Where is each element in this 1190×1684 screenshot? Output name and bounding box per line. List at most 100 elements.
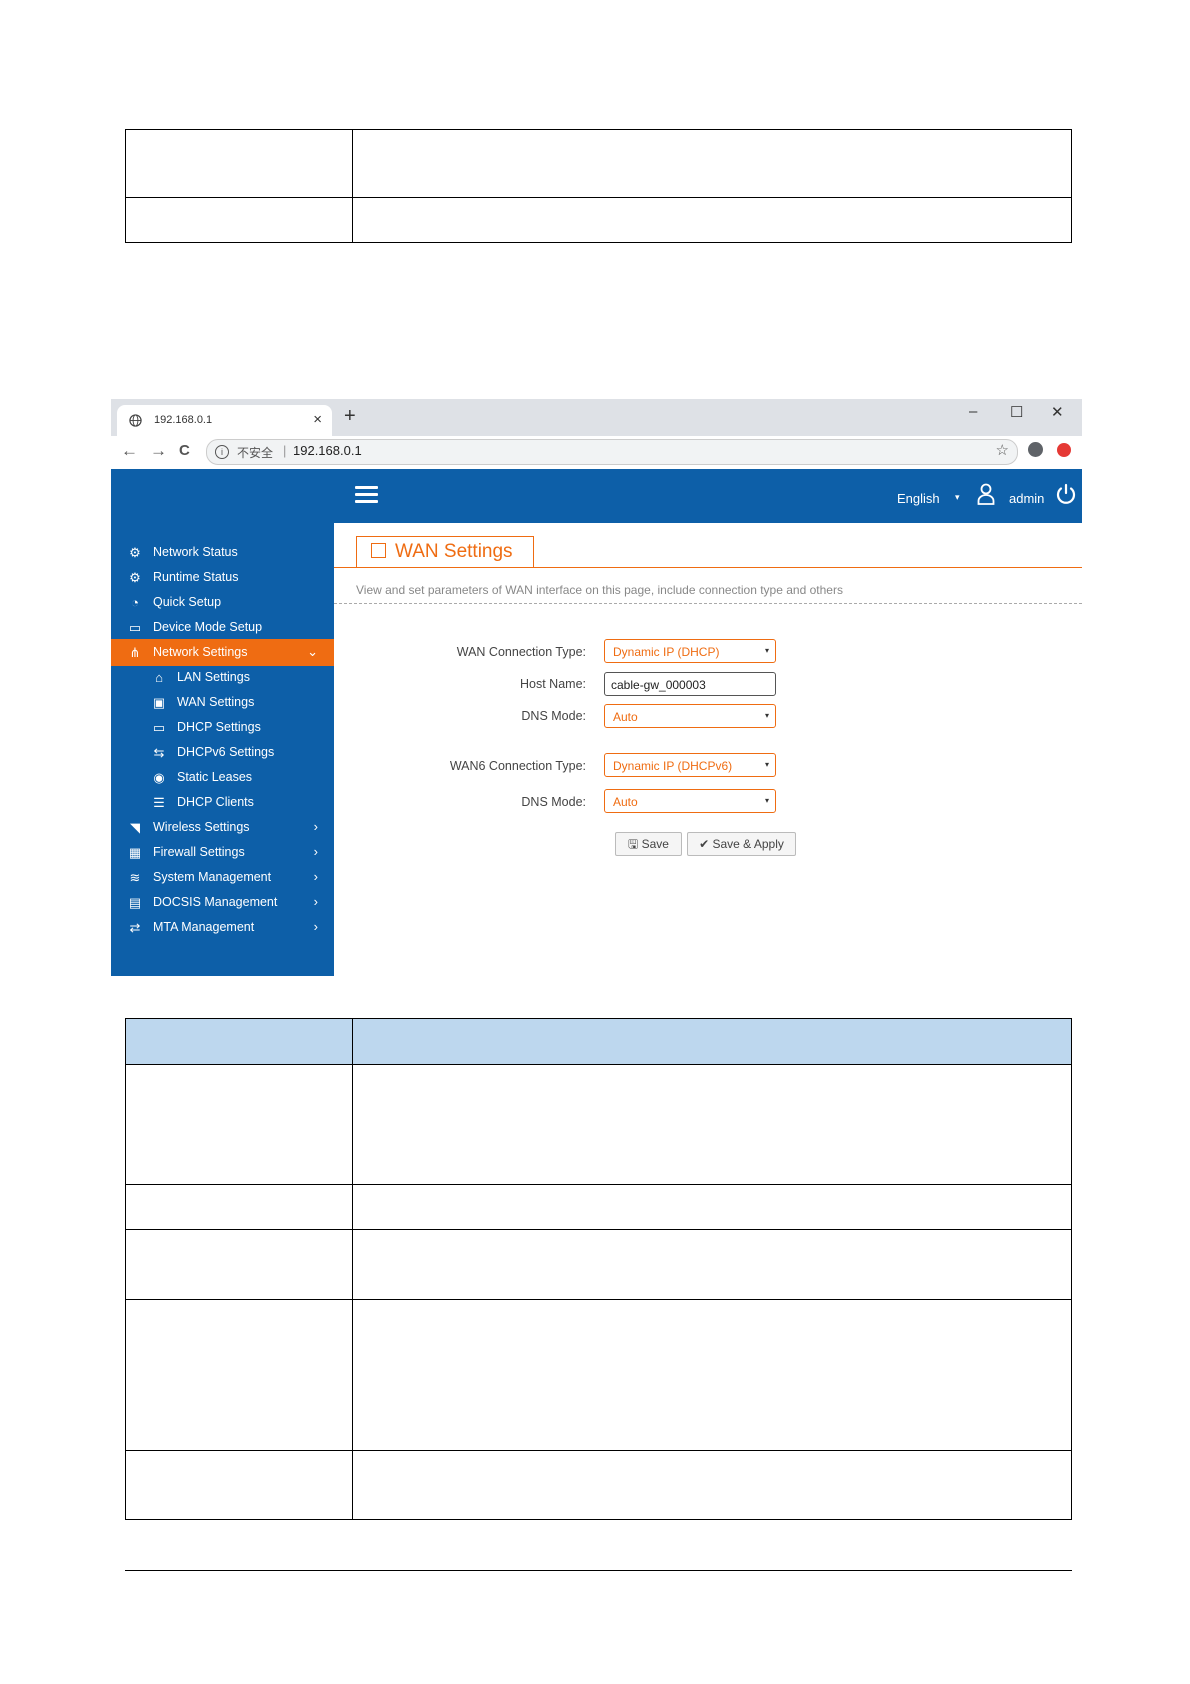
sidebar-item-docsis-management[interactable]: ▤ DOCSIS Management ›: [111, 889, 334, 916]
sidebar-item-system-management[interactable]: ≋ System Management ›: [111, 864, 334, 891]
title-rule: [334, 567, 1082, 568]
tab-title: 192.168.0.1: [154, 414, 213, 426]
bookmark-star-icon[interactable]: ☆: [996, 441, 1009, 459]
sidebar-item-label: LAN Settings: [177, 670, 250, 684]
wan-icon: ▣: [152, 695, 166, 710]
wan-connection-type-select[interactable]: Dynamic IP (DHCP) ▾: [604, 639, 776, 663]
dashed-divider: [334, 603, 1082, 604]
new-tab-button[interactable]: +: [344, 405, 356, 428]
sidebar-item-label: Static Leases: [177, 770, 253, 784]
reload-button[interactable]: C: [179, 442, 190, 459]
table-cell: [125, 1184, 353, 1230]
sidebar-item-wireless-settings[interactable]: ◥ Wireless Settings ›: [111, 814, 334, 841]
back-button[interactable]: ←: [121, 441, 138, 461]
bottom-table: [125, 1018, 1072, 1520]
table-cell: [352, 1229, 1072, 1300]
table-cell: [125, 1450, 353, 1520]
router-header: English ▾ admin: [111, 469, 1082, 523]
sidebar-item-quick-setup[interactable]: ◔ Quick Setup: [111, 589, 334, 616]
server-icon: ▤: [128, 895, 142, 910]
sidebar-item-label: WAN Settings: [177, 695, 255, 709]
table-row: [125, 1184, 1072, 1230]
dns6-mode-select[interactable]: Auto ▾: [604, 789, 776, 813]
firewall-icon: ▦: [128, 845, 142, 860]
dns-mode-label: DNS Mode:: [521, 709, 586, 723]
sidebar-item-label: DOCSIS Management: [153, 895, 278, 909]
logout-power-icon[interactable]: [1056, 483, 1076, 505]
sidebar-item-firewall-settings[interactable]: ▦ Firewall Settings ›: [111, 839, 334, 866]
sidebar-item-label: Device Mode Setup: [153, 620, 263, 634]
wan6-connection-type-select[interactable]: Dynamic IP (DHCPv6) ▾: [604, 753, 776, 777]
dns6-mode-label: DNS Mode:: [521, 795, 586, 809]
sidebar-item-lan-settings[interactable]: ⌂ LAN Settings: [111, 664, 334, 691]
layers-icon: ≋: [129, 870, 141, 885]
wan-connection-type-label: WAN Connection Type:: [456, 645, 586, 659]
tab-close-icon[interactable]: ×: [313, 411, 322, 428]
footer-rule: [125, 1570, 1072, 1571]
transfer-icon: ⇄: [129, 920, 141, 935]
minimize-button[interactable]: –: [969, 403, 977, 420]
host-name-input[interactable]: cable-gw_000003: [604, 672, 776, 696]
table-cell: [125, 1064, 353, 1185]
sidebar-item-wan-settings[interactable]: ▣ WAN Settings: [111, 689, 334, 716]
insecure-label: 不安全: [237, 446, 274, 460]
sidebar-item-dhcpv6-settings[interactable]: ⇆ DHCPv6 Settings: [111, 739, 334, 766]
dropdown-arrow-icon: ▾: [764, 711, 769, 720]
user-icon: [977, 483, 995, 505]
profile-icon[interactable]: [1028, 442, 1043, 457]
table-cell: [352, 1184, 1072, 1230]
sidebar-item-dhcp-settings[interactable]: ▭ DHCP Settings: [111, 714, 334, 741]
page-description: View and set parameters of WAN interface…: [356, 583, 843, 597]
table-cell: [352, 1299, 1072, 1451]
language-selector[interactable]: English: [897, 491, 940, 506]
sidebar-item-label: DHCP Clients: [177, 795, 254, 809]
table-row: [125, 1229, 1072, 1300]
info-icon[interactable]: i: [215, 445, 229, 459]
sidebar-item-dhcp-clients[interactable]: ☰ DHCP Clients: [111, 789, 334, 816]
chevron-right-icon: ›: [313, 844, 318, 859]
save-apply-button[interactable]: ✔ Save & Apply: [687, 832, 796, 856]
select-value: Auto: [613, 710, 638, 724]
table-cell: [352, 129, 1072, 198]
dropdown-arrow-icon: ▾: [764, 796, 769, 805]
window-close-button[interactable]: ✕: [1051, 403, 1064, 421]
sidebar-item-device-mode-setup[interactable]: ▭ Device Mode Setup: [111, 614, 334, 641]
sidebar-item-label: Quick Setup: [153, 595, 222, 609]
url-text[interactable]: 192.168.0.1: [293, 443, 362, 458]
sidebar-item-network-settings[interactable]: ⋔ Network Settings ⌄: [111, 639, 334, 666]
sidebar-item-runtime-status[interactable]: ⚙ Runtime Status: [111, 564, 334, 591]
address-bar[interactable]: i 不安全 | 192.168.0.1 ☆: [206, 439, 1018, 465]
sidebar-item-label: Network Settings: [153, 645, 248, 659]
browser-toolbar: ← → C i 不安全 | 192.168.0.1 ☆: [111, 436, 1082, 469]
menu-toggle-icon[interactable]: [355, 486, 378, 504]
host-name-label: Host Name:: [520, 677, 586, 691]
dropdown-arrow-icon: ▾: [764, 760, 769, 769]
forward-button[interactable]: →: [150, 441, 167, 461]
save-button[interactable]: 🖫 Save: [615, 832, 682, 856]
dns-mode-select[interactable]: Auto ▾: [604, 704, 776, 728]
router-ui-screenshot: 192.168.0.1 × + – ☐ ✕ ← → C i 不安全 | 192.…: [111, 399, 1082, 976]
sidebar-item-mta-management[interactable]: ⇄ MTA Management ›: [111, 914, 334, 941]
maximize-button[interactable]: ☐: [1010, 403, 1023, 421]
table-cell: [352, 1064, 1072, 1185]
table-cell: [352, 197, 1072, 243]
table-header-row: [125, 1018, 1072, 1065]
sidebar-item-static-leases[interactable]: ◉ Static Leases: [111, 764, 334, 791]
dropdown-arrow-icon: ▾: [764, 646, 769, 655]
table-row: [125, 197, 1072, 243]
input-value: cable-gw_000003: [611, 678, 706, 692]
top-table: [125, 129, 1072, 243]
user-name[interactable]: admin: [1009, 491, 1044, 506]
language-caret-icon[interactable]: ▾: [955, 492, 960, 503]
chevron-right-icon: ›: [313, 894, 318, 909]
sidebar-item-network-status[interactable]: ⚙ Network Status: [111, 539, 334, 566]
table-row: [125, 1064, 1072, 1185]
wan6-connection-type-label: WAN6 Connection Type:: [449, 759, 586, 773]
browser-tab[interactable]: 192.168.0.1 ×: [117, 405, 332, 436]
table-row: [125, 1450, 1072, 1520]
extension-icon[interactable]: [1057, 443, 1071, 457]
lan-icon: ⌂: [155, 670, 163, 685]
table-cell: [125, 197, 353, 243]
wan-settings-icon: [371, 543, 386, 558]
table-header-cell: [125, 1018, 353, 1065]
